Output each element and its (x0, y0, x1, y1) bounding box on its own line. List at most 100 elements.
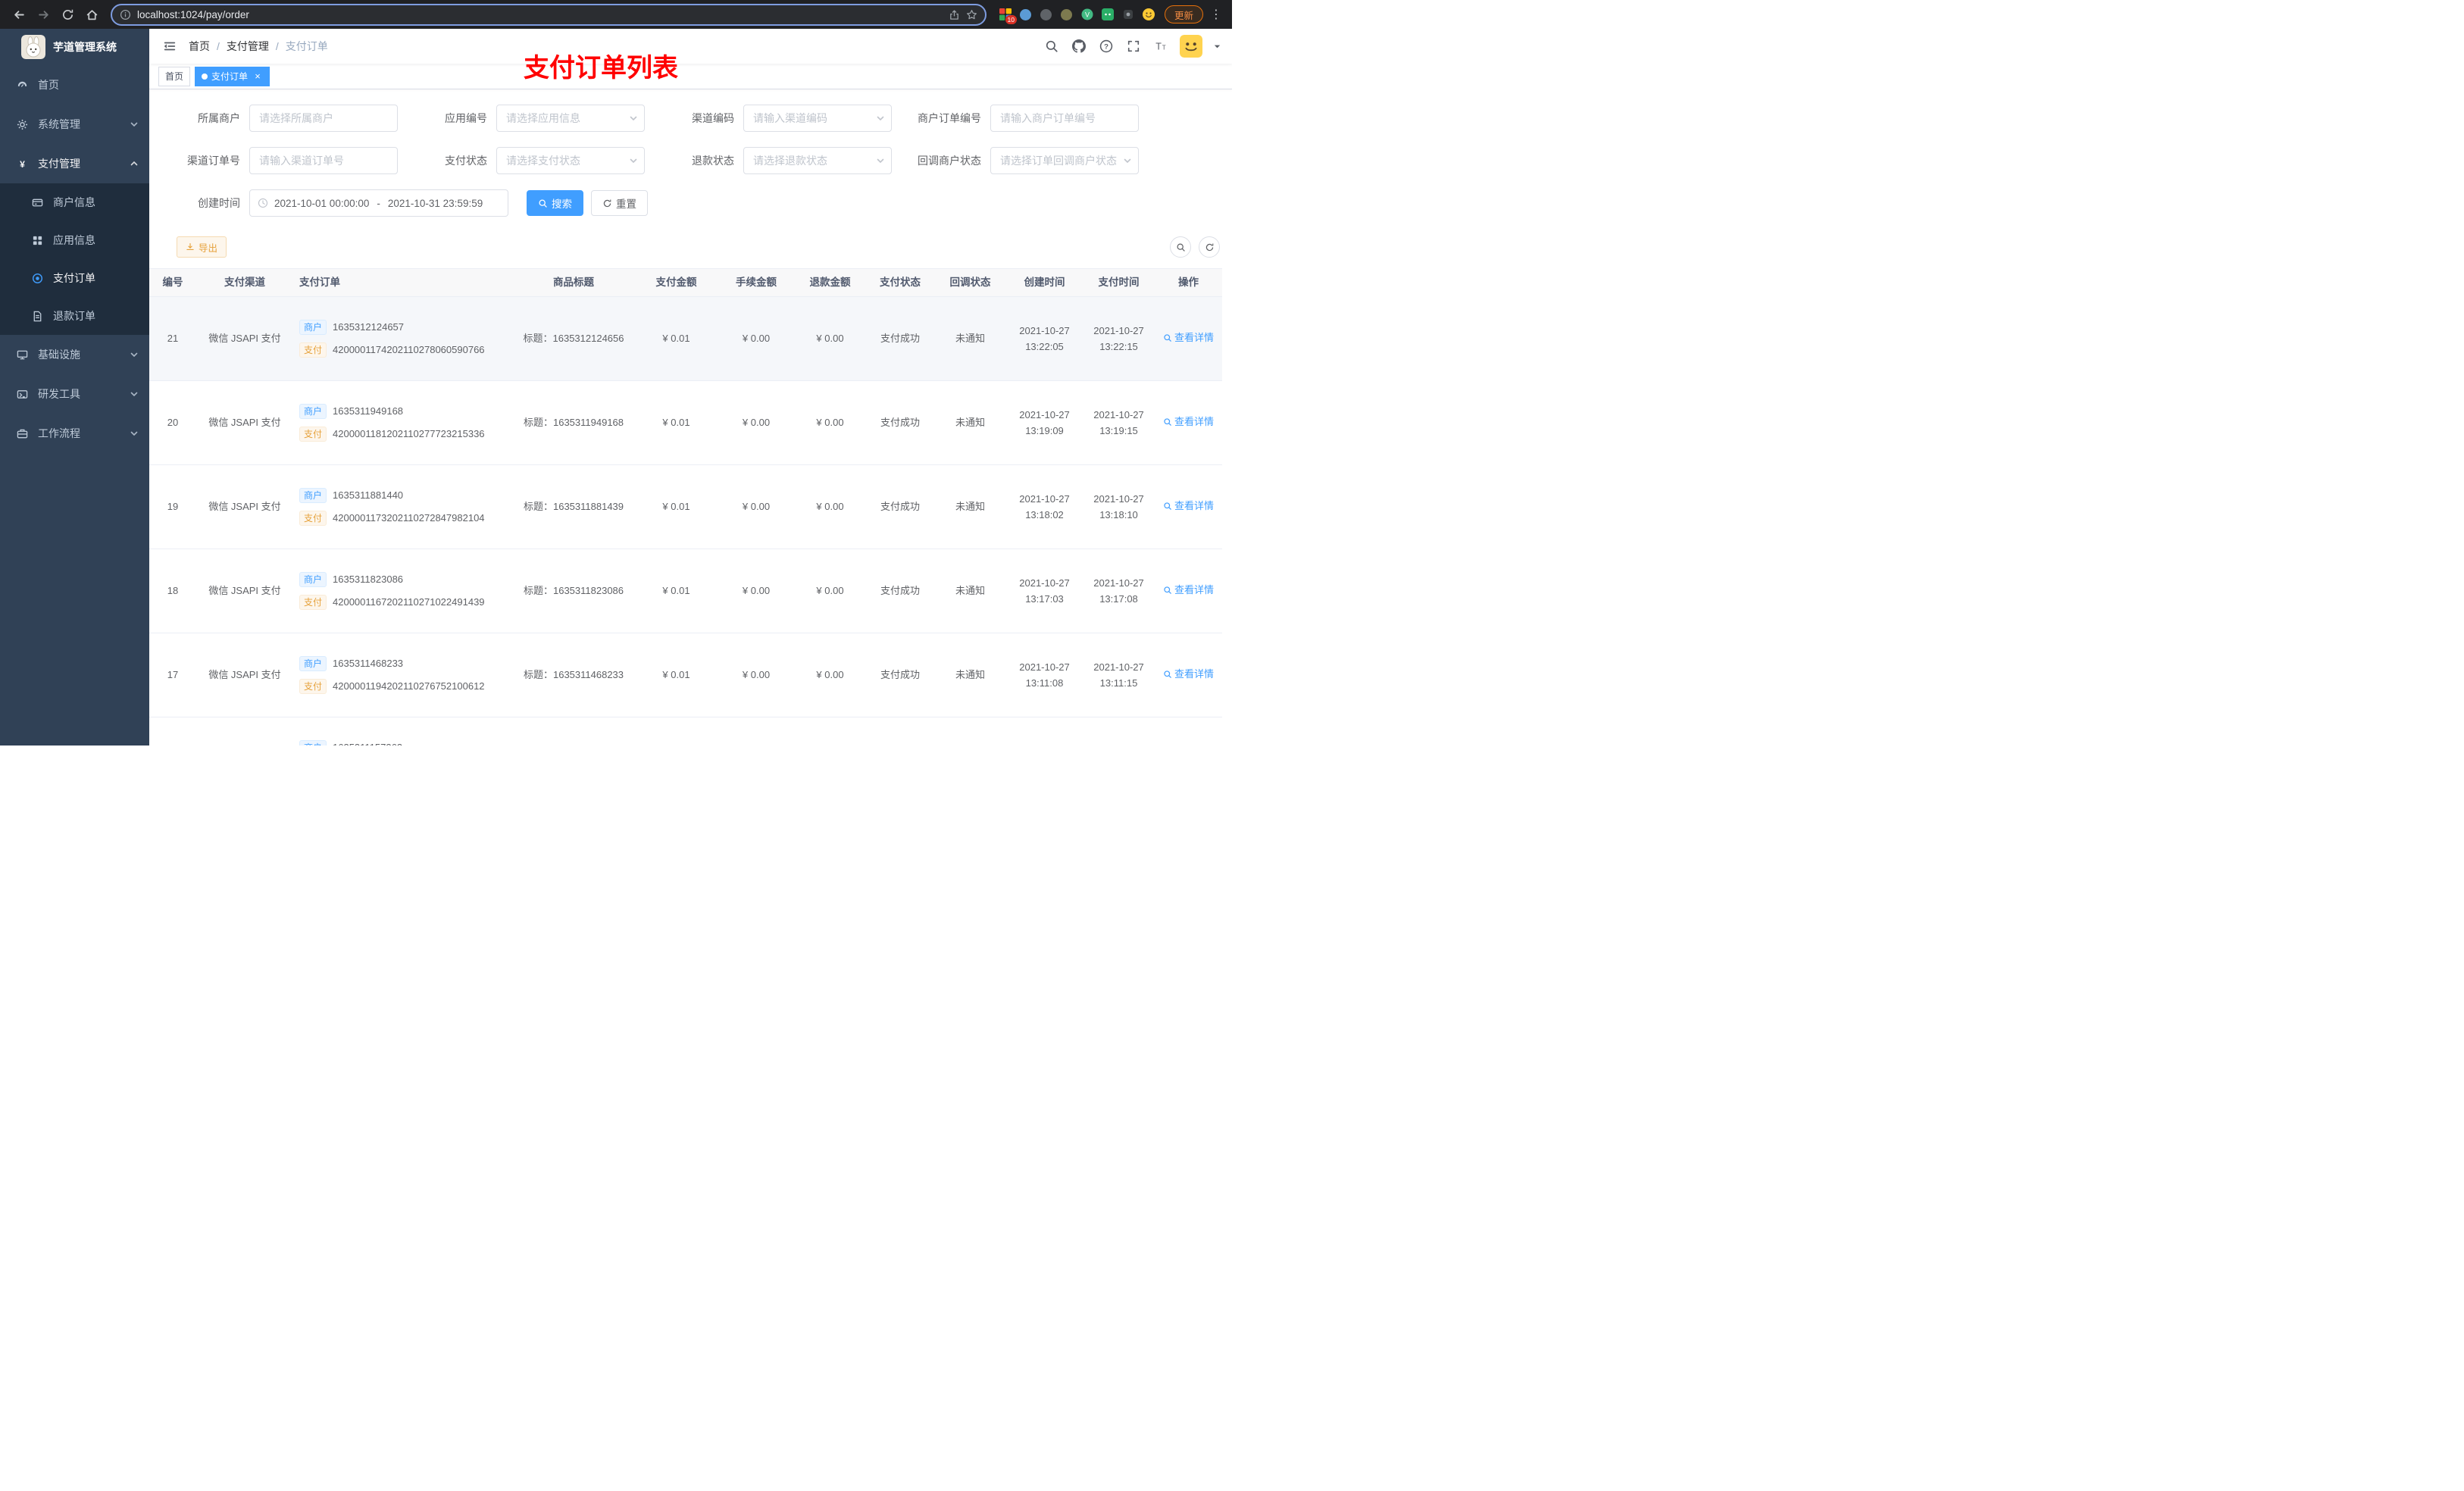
column-header-refund: 退款金额 (809, 277, 851, 288)
site-info-icon[interactable] (120, 9, 131, 20)
cell-refund: ¥ 0.00 (816, 333, 844, 344)
browser-update-button[interactable]: 更新 (1164, 5, 1203, 23)
tags-view-tab[interactable]: 首页 (158, 66, 191, 86)
time-text: 13:17:08 (1099, 593, 1138, 605)
url-bar[interactable]: localhost:1024/pay/order (111, 3, 987, 26)
reset-button-label: 重置 (616, 198, 636, 210)
table-row: 21 微信 JSAPI 支付 商户 1635312124657 支付 4200001174… (149, 297, 1222, 381)
sidebar-item-label: 工作流程 (38, 427, 80, 439)
tags-view-tab[interactable]: 支付订单 × (195, 66, 270, 86)
sidebar-item-pay-order[interactable]: 支付订单 (0, 259, 149, 297)
filter-input-refund-status[interactable] (753, 155, 870, 167)
bookmark-star-icon[interactable] (966, 9, 977, 20)
filter-input-channel-order-no[interactable] (259, 155, 388, 167)
search-button[interactable]: 搜索 (527, 190, 583, 216)
date-end-value: 2021-10-31 23:59:59 (387, 197, 483, 209)
search-icon (1163, 417, 1172, 427)
sidebar-item-home[interactable]: 首页 (0, 65, 149, 105)
github-icon[interactable] (1071, 38, 1087, 55)
pay-order-line: 支付 4200001194202110276752100612 (299, 679, 485, 694)
extension-drop-icon[interactable] (1019, 8, 1033, 21)
filter-input-pay-status[interactable] (506, 155, 623, 167)
home-icon[interactable] (80, 3, 103, 26)
create-time-range-picker[interactable]: 2021-10-01 00:00:00 - 2021-10-31 23:59:5… (249, 189, 508, 217)
share-icon[interactable] (949, 9, 960, 20)
header-search-icon[interactable] (1043, 38, 1060, 55)
extension-olive-icon[interactable] (1060, 8, 1074, 21)
filter-input-notify-status[interactable] (1000, 155, 1117, 167)
breadcrumb-item[interactable]: 首页 (189, 39, 210, 54)
browser-menu-icon[interactable]: ⋮ (1208, 7, 1224, 22)
refresh-table-icon[interactable] (1199, 236, 1220, 258)
hamburger-icon[interactable] (158, 35, 181, 58)
time-text: 2021-10-27 (1019, 661, 1070, 673)
view-detail-link[interactable]: 查看详情 (1163, 330, 1214, 345)
date-separator: - (377, 197, 380, 209)
cell-refund: ¥ 0.00 (816, 501, 844, 512)
cell-id: 21 (167, 333, 179, 344)
sidebar-item-infrastructure[interactable]: 基础设施 (0, 335, 149, 374)
active-tab-dot (202, 73, 208, 80)
tab-close-icon[interactable]: × (252, 71, 263, 82)
pay-order-no: 4200001181202110277723215336 (333, 428, 485, 439)
cell-id: 17 (167, 669, 179, 680)
cell-fee: ¥ 0.00 (742, 669, 771, 680)
extension-vue-icon[interactable]: V (1080, 8, 1094, 21)
merchant-tag: 商户 (299, 740, 327, 746)
svg-text:V: V (1085, 11, 1090, 19)
extension-dark-icon[interactable] (1040, 8, 1053, 21)
profile-avatar-icon[interactable] (1142, 8, 1155, 21)
fullscreen-icon[interactable] (1125, 38, 1142, 55)
filter-select-refund-status[interactable] (743, 147, 892, 174)
merchant-order-no: 1635311881440 (333, 489, 404, 501)
help-icon[interactable]: ? (1098, 38, 1115, 55)
sidebar-item-payment[interactable]: ¥ 支付管理 (0, 144, 149, 183)
sidebar-item-refund-order[interactable]: 退款订单 (0, 297, 149, 335)
view-detail-link[interactable]: 查看详情 (1163, 667, 1214, 682)
toggle-search-icon[interactable] (1170, 236, 1191, 258)
app-logo-row[interactable]: 芋道管理系统 (0, 29, 149, 65)
sidebar-item-app-info[interactable]: 应用信息 (0, 221, 149, 259)
search-icon (1163, 670, 1172, 679)
filter-input-merchant[interactable] (249, 105, 398, 132)
filter-input-channel-order-no[interactable] (249, 147, 398, 174)
extension-colorful-icon[interactable]: 10 (999, 8, 1017, 24)
sidebar-item-devtools[interactable]: 研发工具 (0, 374, 149, 414)
view-detail-link[interactable]: 查看详情 (1163, 414, 1214, 430)
sidebar-item-workflow[interactable]: 工作流程 (0, 414, 149, 453)
user-avatar[interactable] (1180, 35, 1202, 58)
chevron-down-icon (629, 156, 638, 165)
extension-pin-icon[interactable] (1121, 8, 1135, 21)
filter-input-merchant-order-no[interactable] (990, 105, 1139, 132)
reload-icon[interactable] (56, 3, 79, 26)
view-detail-link[interactable]: 查看详情 (1163, 499, 1214, 514)
forward-icon[interactable] (32, 3, 55, 26)
sidebar-item-merchant-info[interactable]: 商户信息 (0, 183, 149, 221)
filter-input-app-no[interactable] (506, 112, 623, 124)
filter-select-app-no[interactable] (496, 105, 645, 132)
filter-input-merchant[interactable] (259, 112, 388, 124)
avatar-caret-icon[interactable] (1213, 42, 1221, 51)
view-detail-link[interactable]: 查看详情 (1163, 583, 1214, 598)
font-size-icon[interactable]: TT (1152, 38, 1169, 55)
filter-select-notify-status[interactable] (990, 147, 1139, 174)
devtool-icon (15, 387, 29, 401)
export-button[interactable]: 导出 (177, 236, 227, 258)
merchant-order-line: 商户 1635311949168 (299, 404, 403, 419)
table-row: 18 微信 JSAPI 支付 商户 1635311823086 支付 4200001167… (149, 549, 1222, 633)
filter-input-merchant-order-no[interactable] (1000, 112, 1129, 124)
cell-notify: 未通知 (955, 669, 985, 680)
reset-button[interactable]: 重置 (591, 190, 648, 216)
extension-chat-icon[interactable] (1101, 8, 1115, 21)
cell-action: 查看详情 (1155, 414, 1222, 431)
cell-action: 查看详情 (1155, 499, 1222, 515)
chevron-down-icon (130, 120, 139, 129)
filter-select-pay-status[interactable] (496, 147, 645, 174)
breadcrumb-item[interactable]: 支付管理 (227, 39, 269, 54)
filter-select-channel-code[interactable] (743, 105, 892, 132)
back-icon[interactable] (8, 3, 30, 26)
sidebar-item-system[interactable]: 系统管理 (0, 105, 149, 144)
view-detail-label: 查看详情 (1174, 416, 1214, 427)
time-text: 13:22:05 (1025, 341, 1064, 352)
filter-input-channel-code[interactable] (753, 112, 870, 124)
